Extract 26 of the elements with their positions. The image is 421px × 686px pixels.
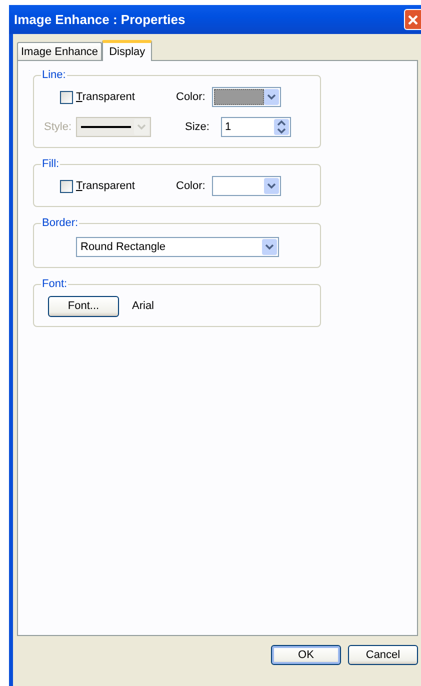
checkbox[interactable] [60,180,73,192]
spin-arrows-icon [274,119,289,135]
group-legend: Line: [41,69,67,81]
group-legend: Fill: [41,158,60,170]
size-spinner[interactable]: 1 [221,117,291,137]
window-title: Image Enhance : Properties [14,12,186,27]
group-legend: Border: [41,217,80,229]
group-legend: Font: [41,278,68,290]
font-button[interactable]: Font... [48,296,119,316]
tab[interactable]: Image Enhance [17,42,102,60]
color-label: Color: [176,180,206,192]
size-label: Size: [185,121,210,133]
dialog-button[interactable]: Cancel [348,645,418,665]
color-dropdown[interactable] [212,87,281,107]
checkbox[interactable] [60,90,73,104]
border-dropdown[interactable]: Round Rectangle [76,237,278,257]
color-label: Color: [176,91,206,103]
font-name: Arial [132,300,154,312]
close-button[interactable] [404,9,421,30]
checkbox-label: Transparent [76,180,135,192]
dialog-button[interactable]: OK [271,645,341,665]
style-label: Style: [44,121,73,133]
checkbox-label: Transparent [76,91,135,103]
close-icon [407,14,419,26]
color-dropdown[interactable] [212,176,281,196]
tab[interactable]: Display [102,40,152,61]
